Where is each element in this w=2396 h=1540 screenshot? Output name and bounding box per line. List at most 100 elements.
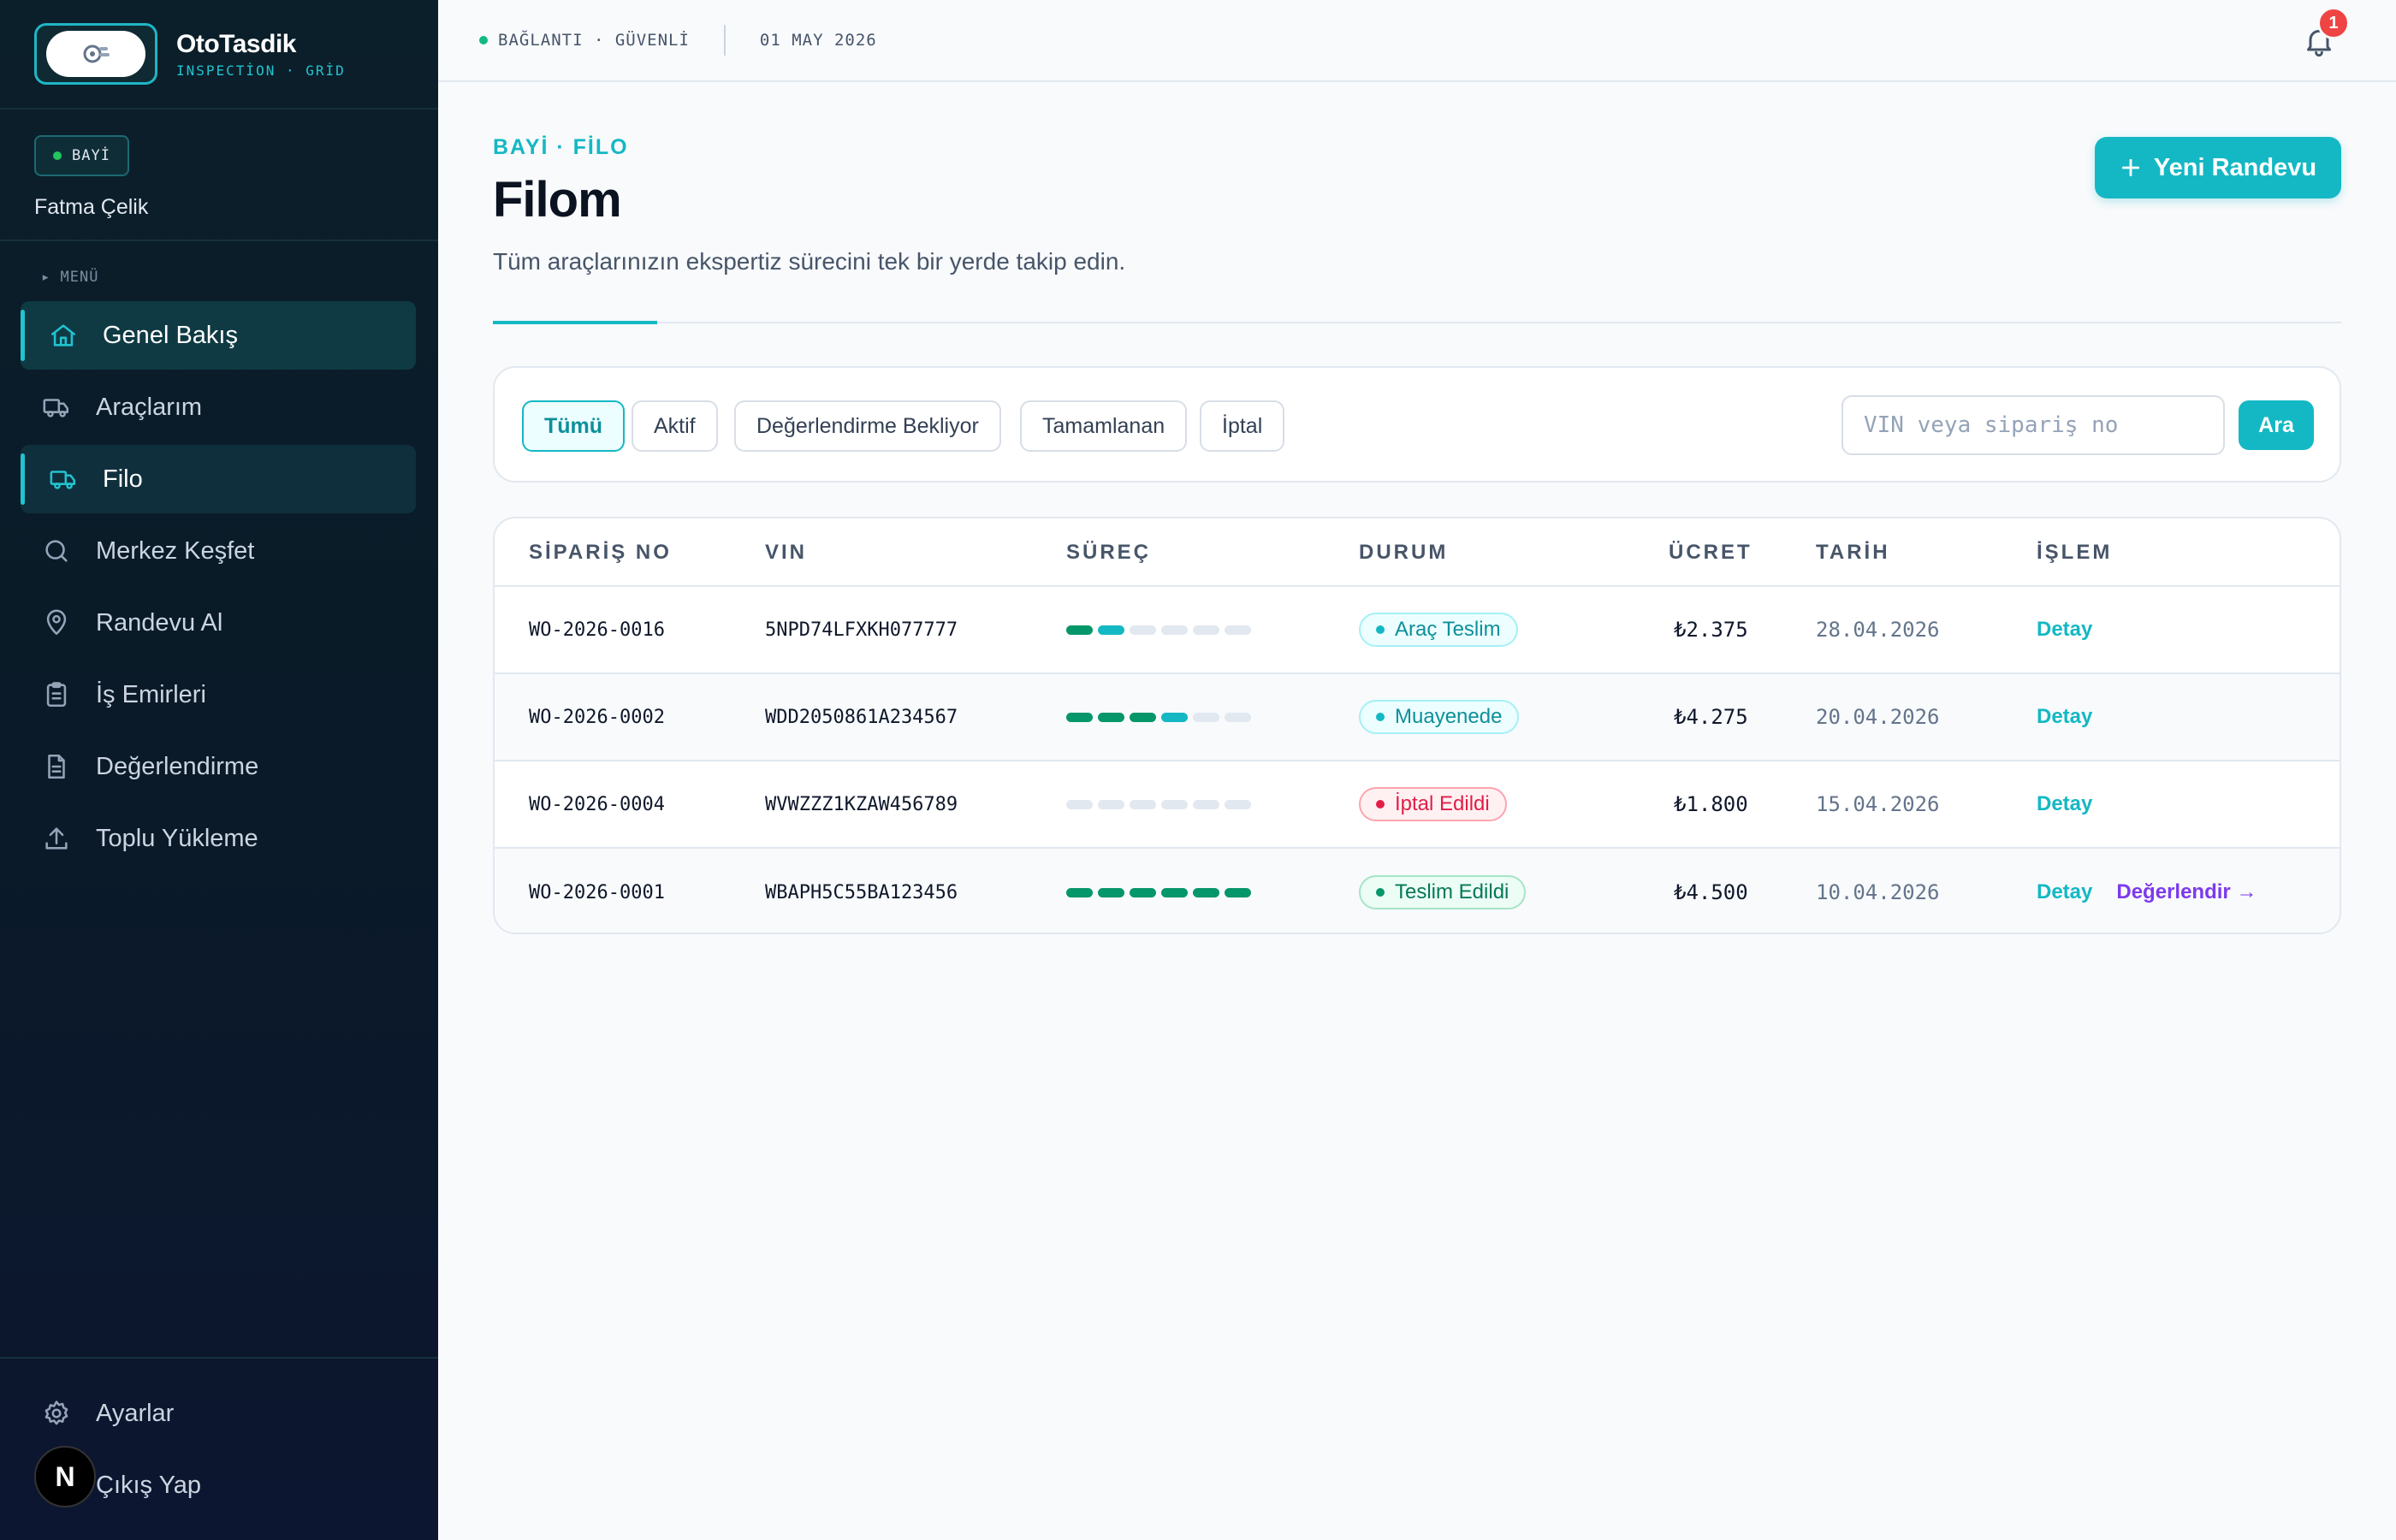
menu-label-text: MENÜ [60,269,99,286]
order-date: 28.04.2026 [1816,618,1940,642]
current-date: 01 MAY 2026 [759,31,877,50]
status-dot-icon [479,36,488,44]
search-input[interactable] [1841,395,2225,455]
progress-segment [1161,799,1188,809]
progress-segment [1193,887,1219,897]
fee-amount: ₺2.375 [1674,618,1748,642]
status-dot-icon [53,151,62,160]
progress-segment [1130,799,1156,809]
progress-segment [1098,887,1124,897]
status-dot-icon [1376,888,1385,897]
status-badge: Muayenede [1359,700,1520,734]
nav-item-settings[interactable]: Ayarlar [21,1379,416,1448]
detail-link[interactable]: Detay [2037,705,2092,729]
nav-label: Filo [103,465,143,493]
progress-segment [1066,625,1093,635]
nav-label: Çıkış Yap [96,1471,202,1499]
progress-segment [1193,712,1219,722]
status-dot-icon [1376,625,1385,634]
progress-segment [1066,887,1093,897]
detail-link[interactable]: Detay [2037,792,2092,816]
brand-name: OtoTasdik [176,29,296,58]
orders-table: SİPARİŞ NO VIN SÜREÇ DURUM ÜCRET TARİH İ… [493,517,2341,934]
topbar: BAĞLANTI · GÜVENLİ 01 MAY 2026 1 [438,0,2396,82]
column-header-status: DURUM [1359,541,1449,564]
nav-label: Araçlarım [96,393,203,421]
home-icon [48,320,79,351]
detail-link[interactable]: Detay [2037,618,2092,642]
nav-item-centers[interactable]: Merkez Keşfet [21,517,416,585]
logo[interactable] [34,23,157,85]
table-row[interactable]: WO-2026-0001 WBAPH5C55BA123456 Teslim Edil… [495,849,2340,933]
status-badge: Araç Teslim [1359,613,1518,647]
progress-segment [1225,887,1251,897]
search-button[interactable]: Ara [2239,400,2314,450]
filter-chip-completed[interactable]: Tamamlanan [1020,400,1188,452]
filter-bar: Tümü Aktif Değerlendirme Bekliyor Tamaml… [493,366,2341,483]
nav-item-bulk-upload[interactable]: Toplu Yükleme [21,804,416,873]
order-number: WO-2026-0002 [529,706,665,728]
progress-segment [1066,712,1093,722]
process-progress [1066,887,1251,897]
order-number: WO-2026-0001 [529,881,665,903]
notification-count-badge: 1 [2317,7,2350,39]
document-icon [41,751,72,782]
brand: OtoTasdik INSPECTİON · GRİD [0,0,438,110]
column-header-action: İŞLEM [2037,541,2113,564]
nav-item-evaluation[interactable]: Değerlendirme [21,732,416,801]
filter-chip-pending[interactable]: Değerlendirme Bekliyor [734,400,1001,452]
upload-icon [41,823,72,854]
user-block: BAYİ Fatma Çelik [0,110,438,241]
progress-segment [1130,887,1156,897]
framework-badge[interactable]: N [34,1446,96,1507]
vin-number: WVWZZZ1KZAW456789 [765,793,958,815]
evaluate-link[interactable]: Değerlendir → [2116,880,2257,904]
gear-icon [41,1398,72,1429]
progress-segment [1098,799,1124,809]
status-label: İptal Edildi [1395,792,1490,815]
column-header-vin: VIN [765,541,808,564]
progress-segment [1161,625,1188,635]
clipboard-icon [41,679,72,710]
sidebar: OtoTasdik INSPECTİON · GRİD BAYİ Fatma Ç… [0,0,438,1540]
role-badge: BAYİ [34,135,129,176]
column-header-date: TARİH [1816,541,1890,564]
vin-number: 5NPD74LFXKH077777 [765,619,958,641]
filter-chip-active[interactable]: Aktif [632,400,718,452]
nav-label: Genel Bakış [103,321,238,349]
progress-segment [1161,712,1188,722]
menu-label: ▸ MENÜ [41,269,99,286]
brand-tagline: INSPECTİON · GRİD [176,62,346,79]
vin-number: WDD2050861A234567 [765,706,958,728]
order-date: 20.04.2026 [1816,705,1940,729]
status-dot-icon [1376,713,1385,721]
filter-chip-cancelled[interactable]: İptal [1200,400,1285,452]
status-badge: İptal Edildi [1359,787,1507,821]
new-appointment-button[interactable]: Yeni Randevu [2095,137,2341,198]
order-number: WO-2026-0004 [529,793,665,815]
nav-item-appointment[interactable]: Randevu Al [21,589,416,657]
nav-item-overview[interactable]: Genel Bakış [21,301,416,370]
table-row[interactable]: WO-2026-0002 WDD2050861A234567 Muayenede ₺4… [495,674,2340,761]
nav-item-vehicles[interactable]: Araçlarım [21,373,416,441]
order-date: 10.04.2026 [1816,880,1940,904]
nav-label: Randevu Al [96,608,223,637]
status-dot-icon [1376,800,1385,808]
nav-item-fleet[interactable]: Filo [21,445,416,513]
progress-segment [1225,799,1251,809]
detail-link[interactable]: Detay [2037,880,2092,904]
breadcrumb: BAYİ · FİLO [493,135,629,159]
notifications-button[interactable]: 1 [2297,7,2350,63]
filter-chip-all[interactable]: Tümü [522,400,626,452]
nav-label: Ayarlar [96,1399,175,1427]
table-row[interactable]: WO-2026-0004 WVWZZZ1KZAW456789 İptal Edild… [495,761,2340,849]
progress-segment [1161,887,1188,897]
progress-segment [1193,799,1219,809]
logo-icon [83,44,110,63]
column-header-order: SİPARİŞ NO [529,541,672,564]
status-label: Teslim Edildi [1395,880,1509,903]
table-row[interactable]: WO-2026-0016 5NPD74LFXKH077777 Araç Teslim… [495,587,2340,674]
fee-amount: ₺1.800 [1674,792,1748,816]
nav-item-work-orders[interactable]: İş Emirleri [21,660,416,729]
fee-amount: ₺4.275 [1674,705,1748,729]
